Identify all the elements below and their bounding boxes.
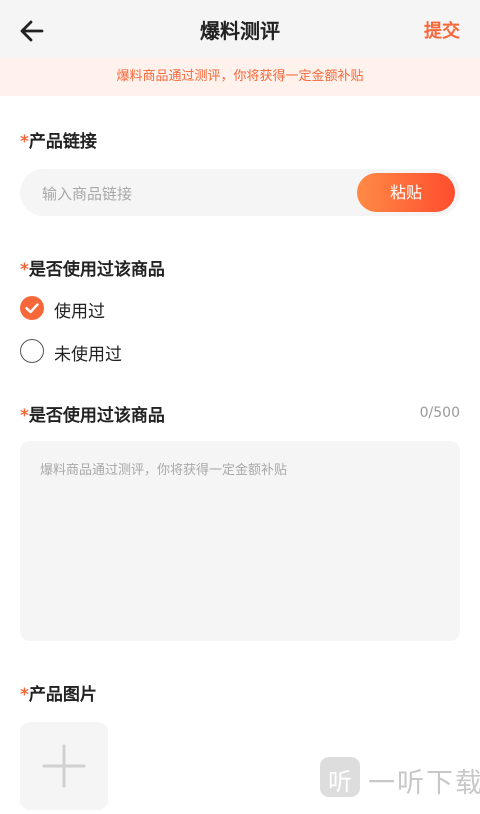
required-mark: * — [20, 260, 29, 280]
radio-checked-icon[interactable] — [20, 296, 44, 320]
submit-button[interactable]: 提交 — [424, 17, 460, 43]
subsidy-notice: 爆料商品通过测评，你将获得一定金额补贴 — [0, 58, 480, 96]
paste-button[interactable]: 粘贴 — [357, 173, 455, 212]
required-mark: * — [20, 685, 29, 705]
review-textarea[interactable] — [20, 441, 460, 641]
radio-used-label: 使用过 — [54, 302, 105, 322]
required-mark: * — [20, 132, 29, 152]
product-link-field: 粘贴 — [20, 169, 460, 218]
char-counter: 0/500 — [419, 405, 460, 421]
product-link-label: *产品链接 — [20, 127, 97, 152]
usage-question-label: *是否使用过该商品 — [20, 255, 165, 280]
watermark: 听 一听下载 — [320, 757, 480, 800]
watermark-logo-glyph: 听 — [328, 768, 352, 796]
review-label: *是否使用过该商品 — [20, 401, 165, 426]
product-images-label-text: 产品图片 — [28, 685, 97, 705]
add-image-button[interactable] — [20, 722, 108, 810]
page-title: 爆料测评 — [200, 19, 280, 43]
radio-not-used-label: 未使用过 — [54, 345, 122, 365]
product-link-input[interactable] — [40, 169, 344, 218]
product-link-label-text: 产品链接 — [28, 132, 97, 152]
review-label-text: 是否使用过该商品 — [28, 406, 165, 426]
product-images-label: *产品图片 — [20, 680, 97, 705]
required-mark: * — [20, 406, 29, 426]
review-field — [20, 441, 460, 641]
watermark-logo-icon: 听 — [320, 757, 360, 797]
radio-unchecked-icon[interactable] — [20, 339, 44, 363]
plus-icon — [42, 744, 86, 788]
usage-question-label-text: 是否使用过该商品 — [28, 260, 165, 280]
top-bar: 爆料测评 提交 — [0, 0, 480, 58]
watermark-text: 一听下载 — [368, 768, 480, 799]
checkmark-icon — [25, 303, 39, 314]
